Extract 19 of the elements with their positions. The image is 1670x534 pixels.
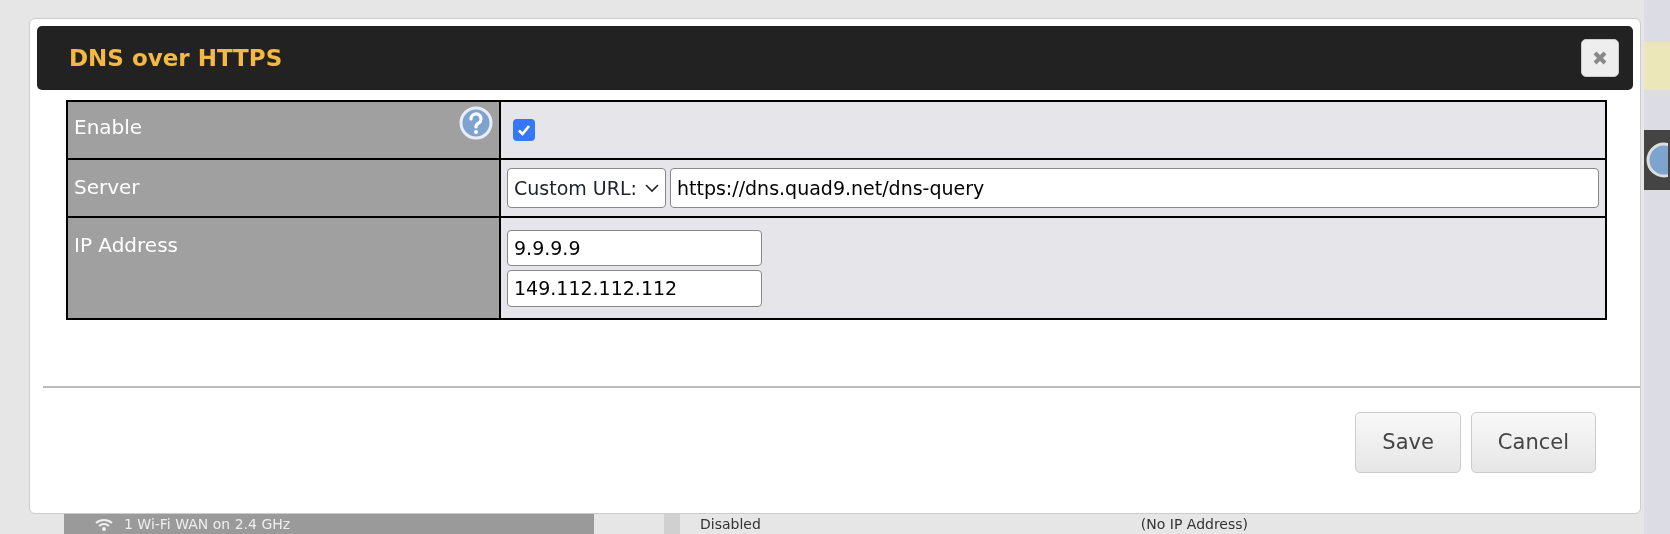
- row-label: IP Address: [74, 232, 178, 259]
- cancel-button[interactable]: Cancel: [1470, 412, 1596, 473]
- ip-address-field[interactable]: 9.9.9.9: [507, 229, 762, 266]
- dialog-title: DNS over HTTPS: [69, 43, 283, 73]
- enable-checkbox[interactable]: [513, 119, 535, 141]
- close-icon: [1592, 50, 1608, 66]
- row-label: Enable: [74, 114, 143, 141]
- wifi-icon: [94, 517, 114, 531]
- wan-ip-address: (No IP Address): [1140, 514, 1248, 534]
- row-label: Server: [74, 174, 140, 201]
- url-field[interactable]: https://dns.quad9.net/dns-query: [669, 168, 1599, 208]
- wan-status: Disabled: [700, 514, 761, 534]
- close-button[interactable]: [1581, 39, 1619, 77]
- server-dropdown[interactable]: Custom URL:: [507, 168, 666, 208]
- chevron-down-icon: [644, 183, 659, 193]
- side-panel-band: [1644, 42, 1670, 90]
- ip-address-field[interactable]: 149.112.112.112: [507, 270, 762, 307]
- save-button[interactable]: Save: [1355, 412, 1461, 473]
- wan-name: 1 Wi-Fi WAN on 2.4 GHz: [124, 514, 291, 534]
